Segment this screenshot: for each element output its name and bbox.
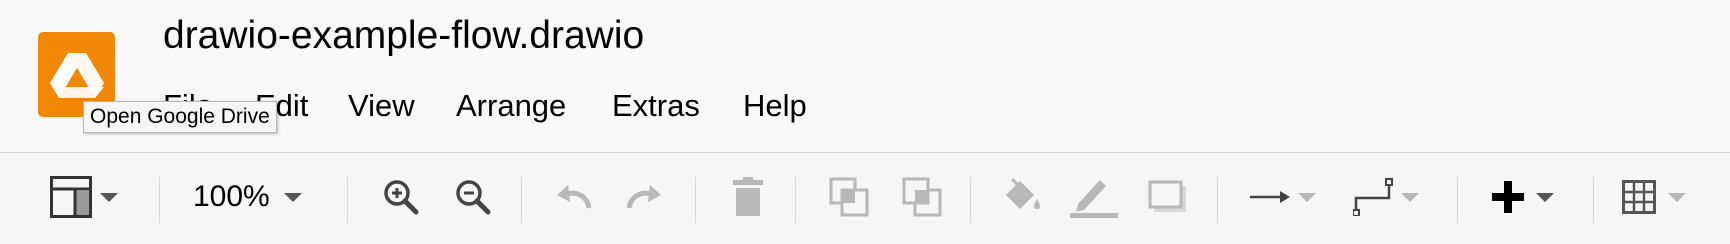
- waypoints-icon: [1353, 178, 1393, 216]
- undo-icon: [557, 185, 592, 209]
- toolbar-separator: [970, 177, 971, 223]
- chevron-down-icon: [1668, 192, 1686, 202]
- to-front-icon: [829, 177, 869, 217]
- undo-button[interactable]: [553, 169, 593, 225]
- zoom-out-button[interactable]: [454, 169, 492, 225]
- toolbar-separator: [1457, 177, 1458, 223]
- line-color-button[interactable]: [1068, 169, 1120, 225]
- shadow-button[interactable]: [1148, 169, 1188, 225]
- fill-color-button[interactable]: [1002, 169, 1044, 225]
- insert-plus-icon: [1492, 181, 1524, 213]
- menu-view[interactable]: View: [348, 88, 415, 124]
- toolbar-separator: [1593, 177, 1594, 223]
- redo-button[interactable]: [625, 169, 665, 225]
- menu-extras[interactable]: Extras: [612, 88, 700, 124]
- format-panel-button[interactable]: [50, 169, 118, 225]
- to-back-button[interactable]: [902, 169, 942, 225]
- table-dropdown[interactable]: [1622, 169, 1686, 225]
- zoom-in-button[interactable]: [382, 169, 420, 225]
- chevron-down-icon: [1298, 192, 1316, 202]
- toolbar: 100%: [0, 153, 1730, 244]
- chevron-down-icon: [283, 192, 302, 202]
- toolbar-separator: [347, 177, 348, 223]
- document-title[interactable]: drawio-example-flow.drawio: [163, 14, 644, 58]
- line-color-icon: [1070, 180, 1118, 218]
- menu-arrange[interactable]: Arrange: [456, 88, 566, 124]
- table-icon: [1622, 180, 1656, 214]
- tooltip: Open Google Drive: [83, 101, 277, 133]
- chevron-down-icon: [1401, 192, 1419, 202]
- google-drive-icon: [49, 52, 104, 98]
- chevron-down-icon: [1536, 192, 1554, 202]
- delete-icon: [733, 177, 763, 216]
- to-back-icon: [902, 177, 942, 217]
- zoom-out-icon: [456, 180, 491, 215]
- toolbar-separator: [521, 177, 522, 223]
- fill-color-icon: [1006, 177, 1040, 209]
- insert-dropdown[interactable]: [1490, 169, 1554, 225]
- toolbar-separator: [159, 177, 160, 223]
- chevron-down-icon: [100, 192, 118, 202]
- redo-icon: [626, 185, 661, 209]
- delete-button[interactable]: [731, 169, 765, 225]
- zoom-in-icon: [384, 180, 419, 215]
- toolbar-separator: [795, 177, 796, 223]
- shadow-icon: [1148, 180, 1186, 212]
- toolbar-separator: [695, 177, 696, 223]
- connection-arrow-icon: [1250, 191, 1290, 203]
- menu-help[interactable]: Help: [743, 88, 807, 124]
- waypoints-dropdown[interactable]: [1353, 169, 1419, 225]
- format-panel-icon: [50, 176, 92, 218]
- zoom-dropdown[interactable]: 100%: [193, 169, 302, 225]
- toolbar-separator: [1217, 177, 1218, 223]
- connection-style-dropdown[interactable]: [1250, 169, 1316, 225]
- zoom-level: 100%: [193, 180, 270, 213]
- to-front-button[interactable]: [829, 169, 869, 225]
